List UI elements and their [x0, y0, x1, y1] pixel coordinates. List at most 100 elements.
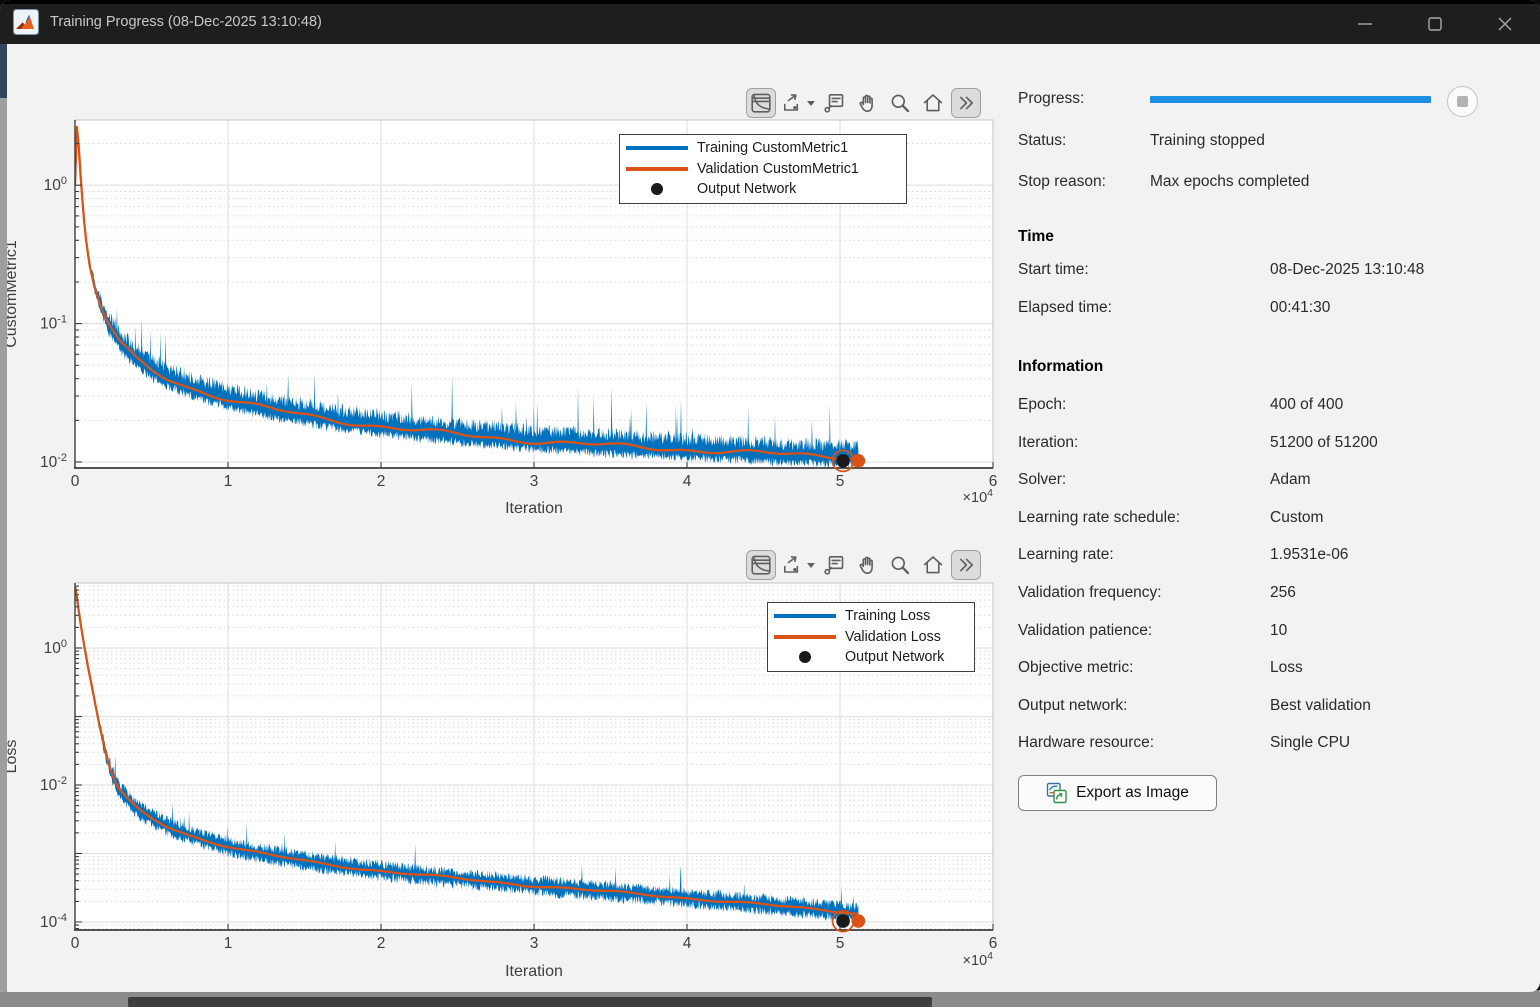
expand-toolbar-button[interactable] [951, 550, 981, 580]
maximize-button[interactable] [1413, 8, 1457, 40]
x-tick-label: 5 [836, 935, 845, 952]
status-label: Status: [1018, 132, 1066, 150]
chart-options-button[interactable] [746, 550, 776, 580]
legend-label: Output Network [845, 649, 944, 665]
info-label: Learning rate schedule: [1018, 509, 1180, 527]
info-value: Best validation [1270, 697, 1371, 715]
legend-item: Training CustomMetric1 [626, 138, 898, 159]
x-tick-label: 4 [683, 473, 692, 490]
legend-label: Validation CustomMetric1 [697, 161, 859, 177]
zoom-button[interactable] [885, 88, 915, 118]
close-button[interactable] [1483, 8, 1527, 40]
expand-toolbar-icon [954, 553, 978, 577]
y-tick-label: 100 [44, 638, 67, 657]
info-value: 10 [1270, 622, 1287, 640]
dropdown-caret-icon [807, 101, 815, 106]
validation-line-swatch [626, 167, 688, 171]
dropdown-caret-icon [807, 563, 815, 568]
export-plot-button[interactable] [779, 88, 816, 118]
x-tick-label: 1 [224, 935, 233, 952]
pan-icon [855, 91, 879, 115]
stop-icon [1457, 96, 1468, 107]
training-line-swatch [774, 614, 836, 618]
y-tick-label: 100 [44, 175, 67, 194]
y-tick-label: 10-2 [40, 452, 67, 471]
data-tips-button[interactable] [819, 88, 849, 118]
info-label: Objective metric: [1018, 659, 1133, 677]
info-label: Solver: [1018, 471, 1066, 489]
y-tick-label: 10-1 [40, 314, 67, 333]
stop-reason-value: Max epochs completed [1150, 173, 1309, 191]
background-window-edge [0, 98, 7, 992]
restore-view-button[interactable] [918, 88, 948, 118]
restore-view-icon [921, 91, 945, 115]
legend-label: Output Network [697, 181, 796, 197]
loss-chart-toolbar [746, 548, 981, 582]
stop-training-button[interactable] [1447, 86, 1478, 117]
final-validation-marker [852, 454, 866, 468]
info-value: Single CPU [1270, 734, 1350, 752]
legend-item: Output Network [774, 647, 966, 668]
stop-reason-label: Stop reason: [1018, 173, 1106, 191]
background-window-edge [0, 44, 7, 98]
y-tick-label: 10-4 [40, 912, 67, 931]
output-network-marker [836, 914, 850, 928]
data-tips-icon [822, 91, 846, 115]
training-progress-window: Training Progress (08-Dec-2025 13:10:48)… [0, 0, 1540, 992]
x-tick-label: 5 [836, 473, 845, 490]
x-axis-title: Iteration [505, 500, 563, 517]
export-plot-icon [780, 91, 804, 115]
info-label: Epoch: [1018, 396, 1066, 414]
restore-view-button[interactable] [918, 550, 948, 580]
info-value: Adam [1270, 471, 1311, 489]
export-button-label: Export as Image [1076, 784, 1189, 802]
x-axis-scale-label: ×104 [963, 487, 994, 506]
output-network-dot-swatch [799, 651, 811, 663]
info-label: Hardware resource: [1018, 734, 1154, 752]
horizontal-scrollbar-thumb[interactable] [128, 997, 932, 1007]
metric-chart-toolbar [746, 86, 981, 120]
zoom-icon [888, 91, 912, 115]
status-value: Training stopped [1150, 132, 1265, 150]
info-label: Iteration: [1018, 434, 1078, 452]
legend-label: Training Loss [845, 608, 930, 624]
elapsed-time-value: 00:41:30 [1270, 299, 1330, 317]
window-title: Training Progress (08-Dec-2025 13:10:48) [50, 14, 322, 30]
info-value: 256 [1270, 584, 1296, 602]
legend-item: Validation Loss [774, 627, 966, 648]
x-axis-title: Iteration [505, 963, 563, 980]
metric-legend: Training CustomMetric1 Validation Custom… [619, 134, 907, 204]
minimize-button[interactable] [1343, 8, 1387, 40]
legend-item: Validation CustomMetric1 [626, 159, 898, 180]
x-axis-scale-label: ×104 [963, 950, 994, 969]
start-time-label: Start time: [1018, 261, 1089, 279]
x-tick-label: 2 [377, 935, 386, 952]
x-tick-label: 0 [71, 935, 80, 952]
export-as-image-button[interactable]: Export as Image [1018, 775, 1217, 811]
pan-button[interactable] [852, 550, 882, 580]
x-tick-label: 1 [224, 473, 233, 490]
titlebar[interactable]: Training Progress (08-Dec-2025 13:10:48) [0, 0, 1540, 44]
export-image-icon [1046, 782, 1068, 804]
info-value: 400 of 400 [1270, 396, 1343, 414]
maximize-icon [1428, 17, 1442, 31]
chart-options-button[interactable] [746, 88, 776, 118]
x-tick-label: 0 [71, 473, 80, 490]
final-validation-marker [852, 914, 866, 928]
data-tips-icon [822, 553, 846, 577]
info-label: Output network: [1018, 697, 1127, 715]
info-value: 51200 of 51200 [1270, 434, 1378, 452]
zoom-button[interactable] [885, 550, 915, 580]
elapsed-time-label: Elapsed time: [1018, 299, 1112, 317]
matlab-logo-icon [13, 9, 39, 35]
info-label: Learning rate: [1018, 546, 1114, 564]
x-tick-label: 4 [683, 935, 692, 952]
output-network-dot-swatch [651, 183, 663, 195]
pan-button[interactable] [852, 88, 882, 118]
export-plot-button[interactable] [779, 550, 816, 580]
close-icon [1498, 17, 1512, 31]
x-tick-label: 3 [530, 935, 539, 952]
data-tips-button[interactable] [819, 550, 849, 580]
expand-toolbar-button[interactable] [951, 88, 981, 118]
legend-label: Training CustomMetric1 [697, 140, 848, 156]
